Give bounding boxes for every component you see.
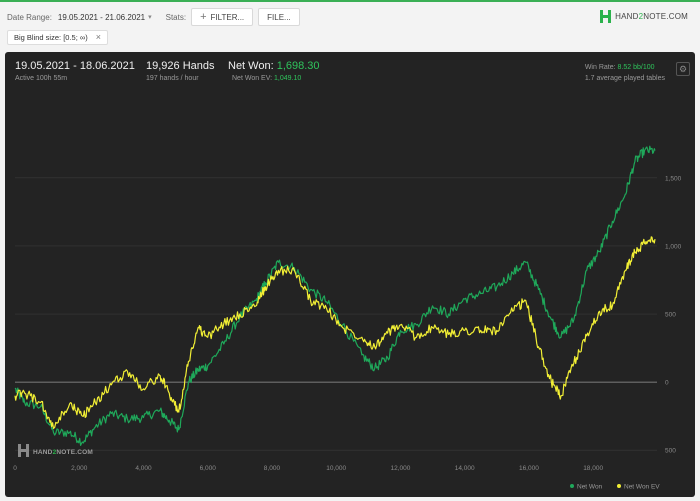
legend-ev-marker: [617, 484, 621, 488]
date-range-label: Date Range:: [7, 12, 52, 22]
x-tick-label: 16,000: [519, 465, 539, 472]
y-tick-label: 500: [665, 448, 676, 455]
date-range-value: 19.05.2021 - 21.06.2021: [57, 12, 146, 22]
filter-chip: Big Blind size: [0.5; ∞) ×: [7, 30, 108, 45]
logo-text: HAND2NOTE.COM: [615, 12, 688, 21]
watermark-logo-icon: [18, 444, 21, 457]
graph-panel: 19.05.2021 - 18.06.2021 Active 100h 55m …: [5, 52, 695, 497]
net-won-chart: 0 2,000 4,000 6,000 8,000 10,000 12,000 14,000 1…: [13, 145, 682, 491]
filter-button-label: FILTER...: [210, 12, 245, 22]
x-tick-label: 18,000: [583, 465, 603, 472]
y-tick-label: 1,500: [665, 175, 682, 182]
brand-logo: HAND2NOTE.COM: [600, 10, 688, 23]
logo-icon: [600, 10, 612, 23]
filter-button[interactable]: + FILTER...: [191, 8, 254, 26]
net-won-line: [14, 145, 656, 446]
x-tick-label: 12,000: [390, 465, 410, 472]
net-won-ev-line: [14, 236, 656, 429]
x-tick-label: 14,000: [455, 465, 475, 472]
y-tick-label: 1,000: [665, 243, 682, 250]
x-tick-label: 2,000: [71, 465, 88, 472]
x-tick-label: 4,000: [135, 465, 152, 472]
legend-net-won-ev: Net Won EV: [624, 484, 660, 491]
date-range-picker[interactable]: 19.05.2021 - 21.06.2021 ▾: [58, 13, 152, 22]
file-button-label: FILE...: [267, 12, 291, 22]
plus-icon: +: [200, 10, 207, 23]
x-tick-label: 10,000: [326, 465, 346, 472]
x-tick-label: 8,000: [264, 465, 281, 472]
x-tick-label: 6,000: [200, 465, 217, 472]
chart-legend: Net Won Net Won EV: [570, 484, 660, 491]
toolbar: Date Range: 19.05.2021 - 21.06.2021 ▾ St…: [0, 2, 700, 32]
x-tick-label: 0: [13, 465, 17, 472]
stats-label: Stats:: [165, 12, 187, 22]
y-tick-label: 0: [665, 380, 669, 387]
y-tick-label: 500: [665, 312, 676, 319]
series-lines: [14, 145, 656, 446]
legend-net-won-marker: [570, 484, 574, 488]
x-axis-ticks: 0 2,000 4,000 6,000 8,000 10,000 12,000 14,000 1…: [13, 465, 603, 472]
watermark: HAND2NOTE.COM: [18, 444, 93, 457]
close-icon[interactable]: ×: [96, 33, 101, 42]
filter-chip-label: Big Blind size: [0.5; ∞): [14, 33, 88, 42]
file-button[interactable]: FILE...: [258, 8, 300, 26]
legend-net-won: Net Won: [577, 484, 603, 491]
y-axis-ticks: 1,500 1,000 500 0 500: [665, 175, 682, 454]
chevron-down-icon: ▾: [148, 14, 152, 21]
watermark-text: HAND2NOTE.COM: [33, 449, 93, 456]
